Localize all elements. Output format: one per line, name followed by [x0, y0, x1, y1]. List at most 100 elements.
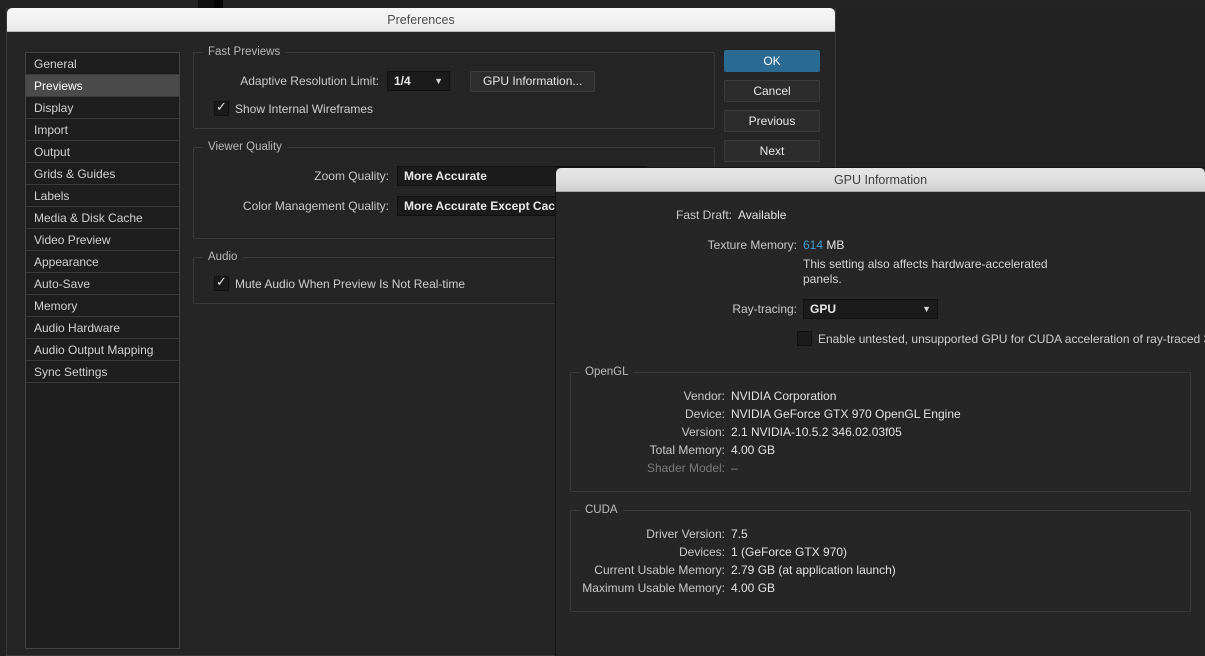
- label-adaptive-resolution-limit: Adaptive Resolution Limit:: [240, 74, 379, 88]
- group-cuda: CUDA Driver Version: 7.5 Devices: 1 (GeForc…: [570, 504, 1191, 612]
- info-value: 1 (GeForce GTX 970): [731, 545, 848, 559]
- info-row: Shader Model: –: [579, 461, 1182, 475]
- info-value: –: [731, 461, 738, 475]
- group-label-fast-previews: Fast Previews: [203, 46, 286, 58]
- label-fast-draft: Fast Draft:: [675, 208, 732, 222]
- sidebar-item-label: Auto-Save: [34, 277, 91, 291]
- sidebar-item-appearance[interactable]: Appearance: [26, 251, 179, 273]
- label-enable-untested-gpu: Enable untested, unsupported GPU for CUD…: [818, 331, 1205, 346]
- select-zoom-quality-value: More Accurate: [404, 169, 487, 183]
- select-adaptive-resolution-limit[interactable]: 1/4 ▼: [387, 71, 450, 91]
- sidebar-item-grids-guides[interactable]: Grids & Guides: [26, 163, 179, 185]
- info-value: 4.00 GB: [731, 581, 776, 595]
- preferences-button-column: OK Cancel Previous Next: [724, 50, 820, 170]
- gpu-information-titlebar[interactable]: GPU Information: [556, 168, 1205, 192]
- gpu-information-button[interactable]: GPU Information...: [470, 70, 596, 92]
- row-texture-memory: Texture Memory: 614 MB: [570, 238, 1191, 252]
- info-label: Device:: [684, 407, 725, 421]
- next-button[interactable]: Next: [724, 140, 820, 162]
- info-value: NVIDIA Corporation: [731, 389, 837, 403]
- previous-button[interactable]: Previous: [724, 110, 820, 132]
- info-label: Devices:: [678, 545, 725, 559]
- info-label: Shader Model:: [646, 461, 725, 475]
- info-value: NVIDIA GeForce GTX 970 OpenGL Engine: [731, 407, 961, 421]
- sidebar-item-label: Output: [34, 145, 71, 159]
- sidebar-item-labels[interactable]: Labels: [26, 185, 179, 207]
- select-ray-tracing[interactable]: GPU ▼: [803, 299, 938, 319]
- sidebar-item-label: Media & Disk Cache: [34, 211, 143, 225]
- sidebar-item-auto-save[interactable]: Auto-Save: [26, 273, 179, 295]
- chevron-down-icon: ▼: [922, 304, 931, 314]
- sidebar-item-label: Memory: [34, 299, 78, 313]
- gpu-information-body: Fast Draft: Available Texture Memory: 61…: [556, 192, 1205, 640]
- info-row: Version: 2.1 NVIDIA-10.5.2 346.02.03f05: [579, 425, 1182, 439]
- info-row: Device: NVIDIA GeForce GTX 970 OpenGL Eng…: [579, 407, 1182, 421]
- group-fast-previews: Fast Previews Adaptive Resolution Limit:…: [193, 46, 715, 129]
- sidebar-item-previews[interactable]: Previews: [26, 75, 179, 97]
- group-label-viewer-quality: Viewer Quality: [203, 141, 287, 153]
- ok-button[interactable]: OK: [724, 50, 820, 72]
- sidebar-item-media-disk-cache[interactable]: Media & Disk Cache: [26, 207, 179, 229]
- sidebar-item-label: Sync Settings: [34, 365, 108, 379]
- opengl-rows: Vendor: NVIDIA Corporation Device: NVIDIA G…: [579, 389, 1182, 475]
- row-adaptive-resolution-limit: Adaptive Resolution Limit: 1/4 ▼ GPU Inf…: [204, 70, 704, 92]
- sidebar-item-import[interactable]: Import: [26, 119, 179, 141]
- info-label: Vendor:: [683, 389, 725, 403]
- info-label: Version:: [681, 425, 725, 439]
- value-fast-draft: Available: [738, 208, 787, 222]
- sidebar-item-label: Labels: [34, 189, 70, 203]
- sidebar-item-label: Import: [34, 123, 69, 137]
- info-value: 2.79 GB (at application launch): [731, 563, 896, 577]
- cuda-rows: Driver Version: 7.5 Devices: 1 (GeForce GTX…: [579, 527, 1182, 595]
- select-adaptive-resolution-value: 1/4: [394, 74, 411, 88]
- preferences-titlebar[interactable]: Preferences: [7, 8, 835, 32]
- texture-memory-note: This setting also affects hardware-accel…: [803, 257, 1048, 286]
- info-label: Total Memory:: [649, 443, 725, 457]
- sidebar-item-label: General: [34, 57, 77, 71]
- info-row: Vendor: NVIDIA Corporation: [579, 389, 1182, 403]
- info-value: 2.1 NVIDIA-10.5.2 346.02.03f05: [731, 425, 902, 439]
- sidebar-item-label: Audio Hardware: [34, 321, 121, 335]
- row-enable-untested-gpu[interactable]: Enable untested, unsupported GPU for CUD…: [570, 331, 1205, 346]
- checkbox-show-internal-wireframes[interactable]: [214, 99, 229, 116]
- info-row: Total Memory: 4.00 GB: [579, 443, 1182, 457]
- cancel-button[interactable]: Cancel: [724, 80, 820, 102]
- sidebar-item-general[interactable]: General: [26, 53, 179, 75]
- sidebar-item-display[interactable]: Display: [26, 97, 179, 119]
- info-label: Driver Version:: [646, 527, 725, 541]
- sidebar-item-label: Video Preview: [34, 233, 111, 247]
- sidebar-item-audio-hardware[interactable]: Audio Hardware: [26, 317, 179, 339]
- gpu-information-dialog: GPU Information Fast Draft: Available Te…: [556, 168, 1205, 656]
- sidebar-item-memory[interactable]: Memory: [26, 295, 179, 317]
- sidebar-item-audio-output-mapping[interactable]: Audio Output Mapping: [26, 339, 179, 361]
- value-texture-memory-group: 614 MB: [803, 238, 844, 252]
- label-color-management-quality: Color Management Quality:: [242, 199, 389, 213]
- sidebar-item-video-preview[interactable]: Video Preview: [26, 229, 179, 251]
- row-fast-draft: Fast Draft: Available: [570, 208, 1191, 222]
- sidebar-item-sync-settings[interactable]: Sync Settings: [26, 361, 179, 383]
- row-texture-memory-note: This setting also affects hardware-accel…: [570, 256, 1191, 287]
- label-show-internal-wireframes: Show Internal Wireframes: [235, 101, 374, 116]
- group-label-audio: Audio: [203, 251, 243, 263]
- info-value: 7.5: [731, 527, 748, 541]
- sidebar-item-label: Display: [34, 101, 74, 115]
- checkbox-enable-untested-gpu[interactable]: [797, 331, 812, 346]
- sidebar-item-label: Previews: [34, 79, 83, 93]
- label-ray-tracing: Ray-tracing:: [732, 302, 797, 316]
- info-label: Maximum Usable Memory:: [582, 581, 725, 595]
- group-label-opengl: OpenGL: [580, 366, 634, 378]
- preferences-title: Preferences: [387, 12, 455, 27]
- value-texture-memory[interactable]: 614: [803, 238, 823, 252]
- checkbox-mute-audio[interactable]: [214, 274, 229, 291]
- preferences-category-list[interactable]: General Previews Display Import Output Grids …: [25, 52, 180, 649]
- unit-texture-memory: MB: [826, 238, 845, 252]
- sidebar-item-label: Grids & Guides: [34, 167, 116, 181]
- info-row: Driver Version: 7.5: [579, 527, 1182, 541]
- row-show-internal-wireframes[interactable]: Show Internal Wireframes: [214, 99, 704, 116]
- info-row: Maximum Usable Memory: 4.00 GB: [579, 581, 1182, 595]
- label-mute-audio: Mute Audio When Preview Is Not Real-time: [235, 276, 466, 291]
- sidebar-item-output[interactable]: Output: [26, 141, 179, 163]
- info-label: Current Usable Memory:: [594, 563, 725, 577]
